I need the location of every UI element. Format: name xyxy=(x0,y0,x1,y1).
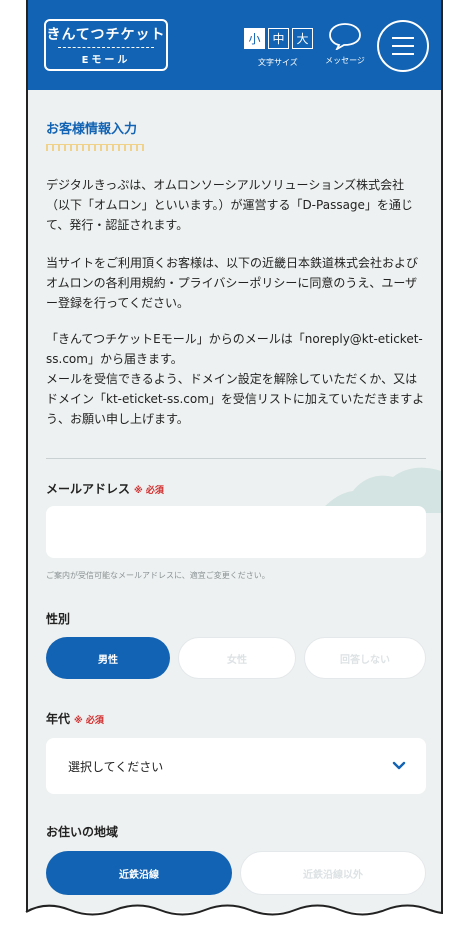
message-button[interactable]: メッセージ xyxy=(321,22,369,66)
font-size-large-button[interactable]: 大 xyxy=(292,28,313,49)
region-option-kintetsu[interactable]: 近鉄沿線 xyxy=(46,851,232,895)
email-field[interactable] xyxy=(46,506,426,558)
font-size-switcher: 小 中 大 文字サイズ xyxy=(244,28,313,68)
logo-line2: Eモール xyxy=(81,55,131,66)
hamburger-icon-line xyxy=(392,37,414,39)
font-size-small-button[interactable]: 小 xyxy=(244,28,265,49)
hamburger-icon-line xyxy=(392,45,414,47)
age-select[interactable]: 選択してください xyxy=(46,738,426,794)
age-label-text: 年代 xyxy=(46,712,71,726)
region-option-other[interactable]: 近鉄沿線以外 xyxy=(240,851,426,895)
region-label: お住いの地域 xyxy=(46,825,119,839)
required-badge: ※ 必須 xyxy=(74,716,104,726)
site-header: きんてつチケット Eモール 小 中 大 文字サイズ メッセージ xyxy=(28,0,441,90)
age-select-placeholder: 選択してください xyxy=(68,759,164,774)
chevron-down-icon xyxy=(392,761,406,770)
font-size-label: 文字サイズ xyxy=(258,58,298,67)
gender-option-no-answer[interactable]: 回答しない xyxy=(304,637,426,679)
gender-option-male[interactable]: 男性 xyxy=(46,637,170,679)
message-label: メッセージ xyxy=(325,56,365,65)
age-label: 年代 ※ 必須 xyxy=(46,710,104,727)
intro-paragraph: 当サイトをご利用頂くお客様は、以下の近畿日本鉄道株式会社およびオムロンの各利用規… xyxy=(46,256,419,310)
intro-paragraph: メールを受信できるよう、ドメイン設定を解除していただくか、又はドメイン「kt-e… xyxy=(46,372,425,426)
site-logo[interactable]: きんてつチケット Eモール xyxy=(44,19,168,71)
intro-section: お客様情報入力 デジタルきっぷは、オムロンソーシアルソリューションズ株式会社（以… xyxy=(46,118,426,459)
email-hint: ご案内が受信可能なメールアドレスに、適宜ご変更ください。 xyxy=(46,571,270,580)
gender-label: 性別 xyxy=(46,612,71,626)
email-label-text: メールアドレス xyxy=(46,482,131,496)
intro-paragraph: デジタルきっぷは、オムロンソーシアルソリューションズ株式会社（以下「オムロン」と… xyxy=(46,178,413,232)
font-size-medium-button[interactable]: 中 xyxy=(268,28,289,49)
email-label: メールアドレス ※ 必須 xyxy=(46,480,164,497)
required-badge: ※ 必須 xyxy=(134,486,164,496)
logo-line1: きんてつチケット xyxy=(46,27,166,43)
speech-bubble-icon xyxy=(329,23,361,50)
gender-option-female[interactable]: 女性 xyxy=(178,637,296,679)
hamburger-icon-line xyxy=(392,53,414,55)
intro-paragraph: 「きんてつチケットEモール」からのメールは「noreply@kt-eticket… xyxy=(46,332,423,366)
title-underline xyxy=(46,144,144,151)
section-divider xyxy=(46,458,426,459)
logo-divider xyxy=(58,47,154,48)
torn-edge xyxy=(25,904,444,936)
page-title: お客様情報入力 xyxy=(46,122,138,137)
phone-frame: きんてつチケット Eモール 小 中 大 文字サイズ メッセージ お客様情報入力 xyxy=(26,0,443,912)
menu-button[interactable] xyxy=(377,20,429,72)
